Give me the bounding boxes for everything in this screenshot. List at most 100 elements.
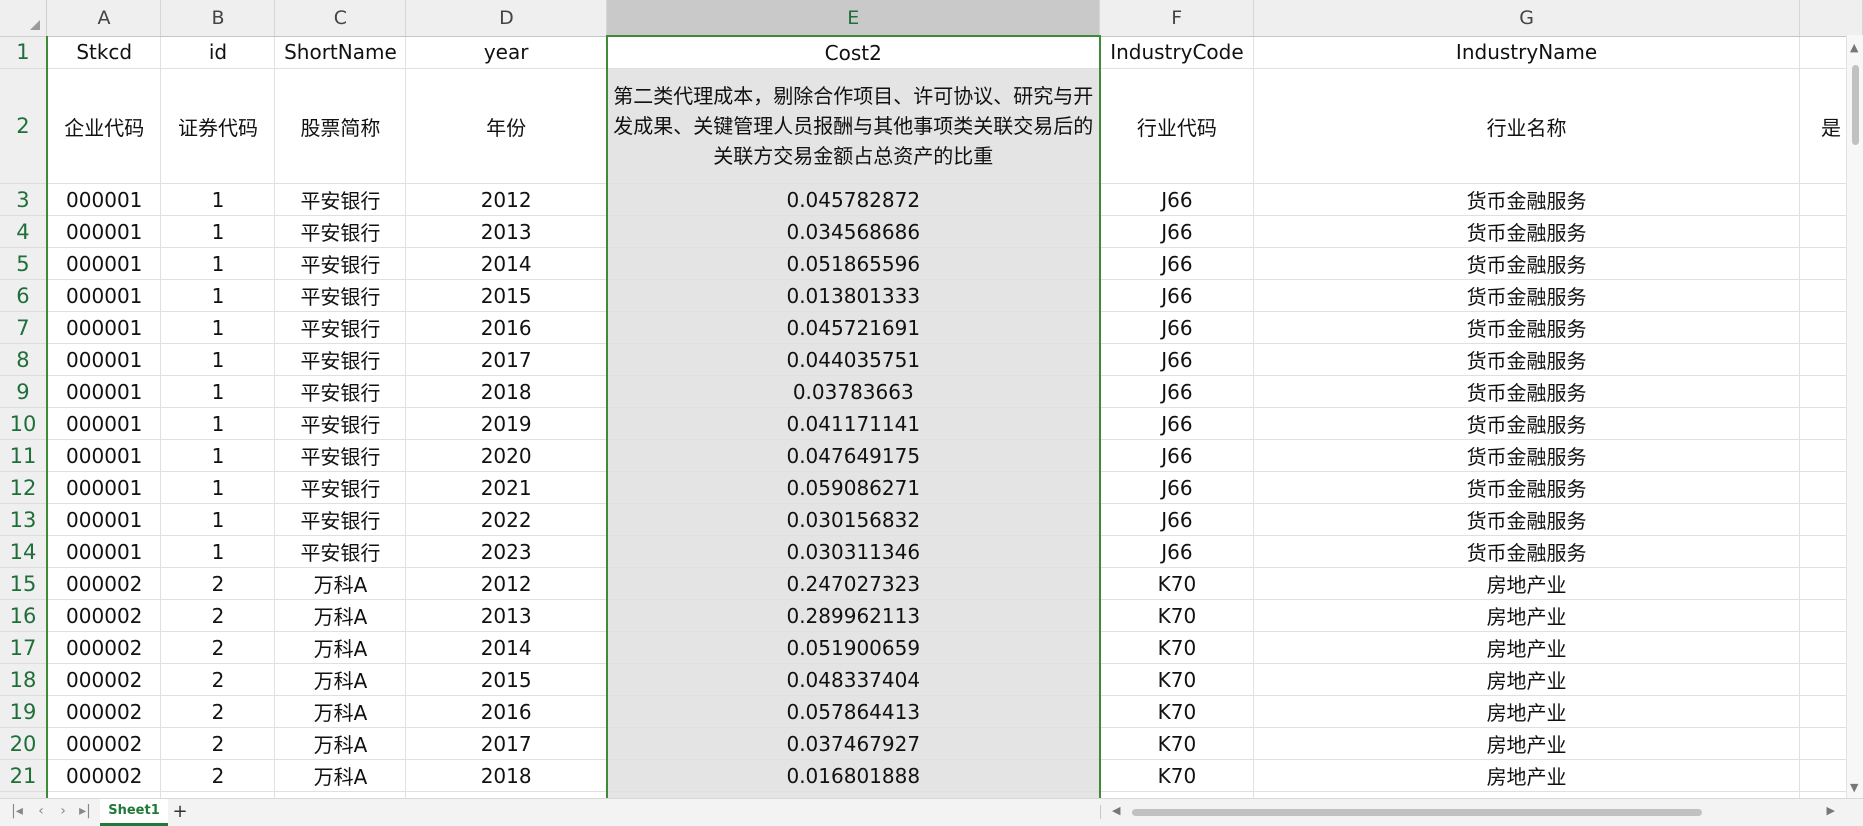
cell[interactable]: 0.03783663 bbox=[605, 375, 1101, 408]
cell[interactable]: 股票简称 bbox=[274, 68, 407, 184]
cell[interactable]: 000001 bbox=[46, 503, 162, 536]
cell[interactable]: id bbox=[160, 36, 276, 69]
cell[interactable]: 2015 bbox=[405, 279, 608, 312]
cell[interactable]: 000001 bbox=[46, 343, 162, 376]
cell[interactable]: J66 bbox=[1099, 503, 1255, 536]
spreadsheet-grid[interactable]: A B C D E F G 1 Stkcd id ShortName year … bbox=[0, 0, 1863, 798]
column-header-c[interactable]: C bbox=[274, 0, 407, 37]
cell[interactable]: 0.045721691 bbox=[605, 311, 1101, 344]
vertical-scroll-thumb[interactable] bbox=[1852, 65, 1859, 145]
cell[interactable]: 平安银行 bbox=[274, 279, 407, 312]
cell[interactable]: 企业代码 bbox=[46, 68, 162, 184]
cell[interactable]: 2013 bbox=[405, 599, 608, 632]
cell[interactable]: 房地产业 bbox=[1253, 663, 1800, 696]
cell[interactable]: J66 bbox=[1099, 439, 1255, 472]
horizontal-scrollbar[interactable]: ◀ ▶ bbox=[1102, 804, 1837, 820]
cell[interactable]: 1 bbox=[160, 439, 276, 472]
cell[interactable]: 万科A bbox=[274, 727, 407, 760]
horizontal-scroll-thumb[interactable] bbox=[1132, 809, 1702, 816]
cell[interactable]: J66 bbox=[1099, 407, 1255, 440]
cell[interactable]: 0.247027323 bbox=[605, 567, 1101, 600]
cell[interactable]: J66 bbox=[1099, 215, 1255, 248]
row-header[interactable]: 13 bbox=[0, 503, 48, 536]
cell[interactable]: 2 bbox=[160, 695, 276, 728]
cell[interactable]: 2017 bbox=[405, 727, 608, 760]
cell[interactable]: 货币金融服务 bbox=[1253, 183, 1800, 216]
cell[interactable]: 房地产业 bbox=[1253, 759, 1800, 792]
cell[interactable]: IndustryCode bbox=[1099, 36, 1255, 69]
cell[interactable]: 1 bbox=[160, 311, 276, 344]
cell[interactable]: 1 bbox=[160, 183, 276, 216]
cell[interactable]: K70 bbox=[1099, 631, 1255, 664]
column-header-a[interactable]: A bbox=[46, 0, 162, 37]
cell[interactable]: 0.030156832 bbox=[605, 503, 1101, 536]
row-header[interactable]: 12 bbox=[0, 471, 48, 504]
cell[interactable]: 0.013801333 bbox=[605, 279, 1101, 312]
cell[interactable]: 2016 bbox=[405, 695, 608, 728]
scroll-left-icon[interactable]: ◀ bbox=[1112, 804, 1120, 817]
cell[interactable]: 2 bbox=[160, 663, 276, 696]
cell[interactable]: 000002 bbox=[46, 631, 162, 664]
row-header[interactable]: 18 bbox=[0, 663, 48, 696]
cell[interactable]: 万科A bbox=[274, 567, 407, 600]
select-all-corner[interactable] bbox=[0, 0, 48, 37]
cell[interactable]: 平安银行 bbox=[274, 375, 407, 408]
cell[interactable]: 000001 bbox=[46, 247, 162, 280]
cell[interactable]: J66 bbox=[1099, 183, 1255, 216]
cell[interactable]: 万科A bbox=[274, 695, 407, 728]
cell[interactable]: 000001 bbox=[46, 407, 162, 440]
cell[interactable]: 平安银行 bbox=[274, 407, 407, 440]
cell[interactable]: 2018 bbox=[405, 375, 608, 408]
row-header[interactable]: 1 bbox=[0, 36, 48, 69]
cell[interactable]: Stkcd bbox=[46, 36, 162, 69]
cell[interactable]: 000002 bbox=[46, 727, 162, 760]
row-header[interactable]: 15 bbox=[0, 567, 48, 600]
cell[interactable]: 房地产业 bbox=[1253, 631, 1800, 664]
cell[interactable]: 1 bbox=[160, 343, 276, 376]
cell[interactable]: 000001 bbox=[46, 471, 162, 504]
cell[interactable]: 000001 bbox=[46, 279, 162, 312]
cell[interactable]: 行业名称 bbox=[1253, 68, 1800, 184]
cell[interactable]: 1 bbox=[160, 247, 276, 280]
cell[interactable]: 1 bbox=[160, 471, 276, 504]
cell[interactable]: 房地产业 bbox=[1253, 567, 1800, 600]
column-header-e[interactable]: E bbox=[606, 0, 1101, 37]
cell[interactable]: 货币金融服务 bbox=[1253, 311, 1800, 344]
cell[interactable]: 年份 bbox=[405, 68, 608, 184]
last-sheet-icon[interactable]: ▸| bbox=[76, 803, 94, 819]
cell[interactable]: 000002 bbox=[46, 695, 162, 728]
cell[interactable]: 000002 bbox=[46, 567, 162, 600]
row-header[interactable]: 3 bbox=[0, 183, 48, 216]
cell[interactable]: 000001 bbox=[46, 311, 162, 344]
cell[interactable]: 2 bbox=[160, 567, 276, 600]
cell[interactable]: 1 bbox=[160, 375, 276, 408]
cell[interactable]: K70 bbox=[1099, 663, 1255, 696]
cell[interactable]: 货币金融服务 bbox=[1253, 471, 1800, 504]
cell[interactable]: 0.041171141 bbox=[605, 407, 1101, 440]
cell[interactable]: 货币金融服务 bbox=[1253, 343, 1800, 376]
cell[interactable]: 房地产业 bbox=[1253, 727, 1800, 760]
cell[interactable]: 0.030311346 bbox=[605, 535, 1101, 568]
cell[interactable]: 0.016801888 bbox=[605, 759, 1101, 792]
cell[interactable]: 货币金融服务 bbox=[1253, 535, 1800, 568]
cell[interactable]: ShortName bbox=[274, 36, 407, 69]
cell[interactable]: 0.047649175 bbox=[605, 439, 1101, 472]
next-sheet-icon[interactable]: › bbox=[54, 803, 72, 819]
cell[interactable]: 万科A bbox=[274, 631, 407, 664]
cell[interactable]: 2013 bbox=[405, 215, 608, 248]
cell[interactable]: 000001 bbox=[46, 535, 162, 568]
cell[interactable]: 000002 bbox=[46, 599, 162, 632]
cell[interactable]: 2012 bbox=[405, 183, 608, 216]
cell[interactable]: 2014 bbox=[405, 247, 608, 280]
cell[interactable]: 1 bbox=[160, 535, 276, 568]
cell[interactable]: 000002 bbox=[46, 759, 162, 792]
scroll-right-icon[interactable]: ▶ bbox=[1827, 804, 1835, 817]
cell[interactable]: 2020 bbox=[405, 439, 608, 472]
column-header-g[interactable]: G bbox=[1253, 0, 1800, 37]
cell[interactable]: 1 bbox=[160, 503, 276, 536]
cell[interactable]: 0.289962113 bbox=[605, 599, 1101, 632]
cell[interactable]: 货币金融服务 bbox=[1253, 375, 1800, 408]
cell[interactable]: 2016 bbox=[405, 311, 608, 344]
cell[interactable]: 平安银行 bbox=[274, 503, 407, 536]
row-header[interactable]: 11 bbox=[0, 439, 48, 472]
